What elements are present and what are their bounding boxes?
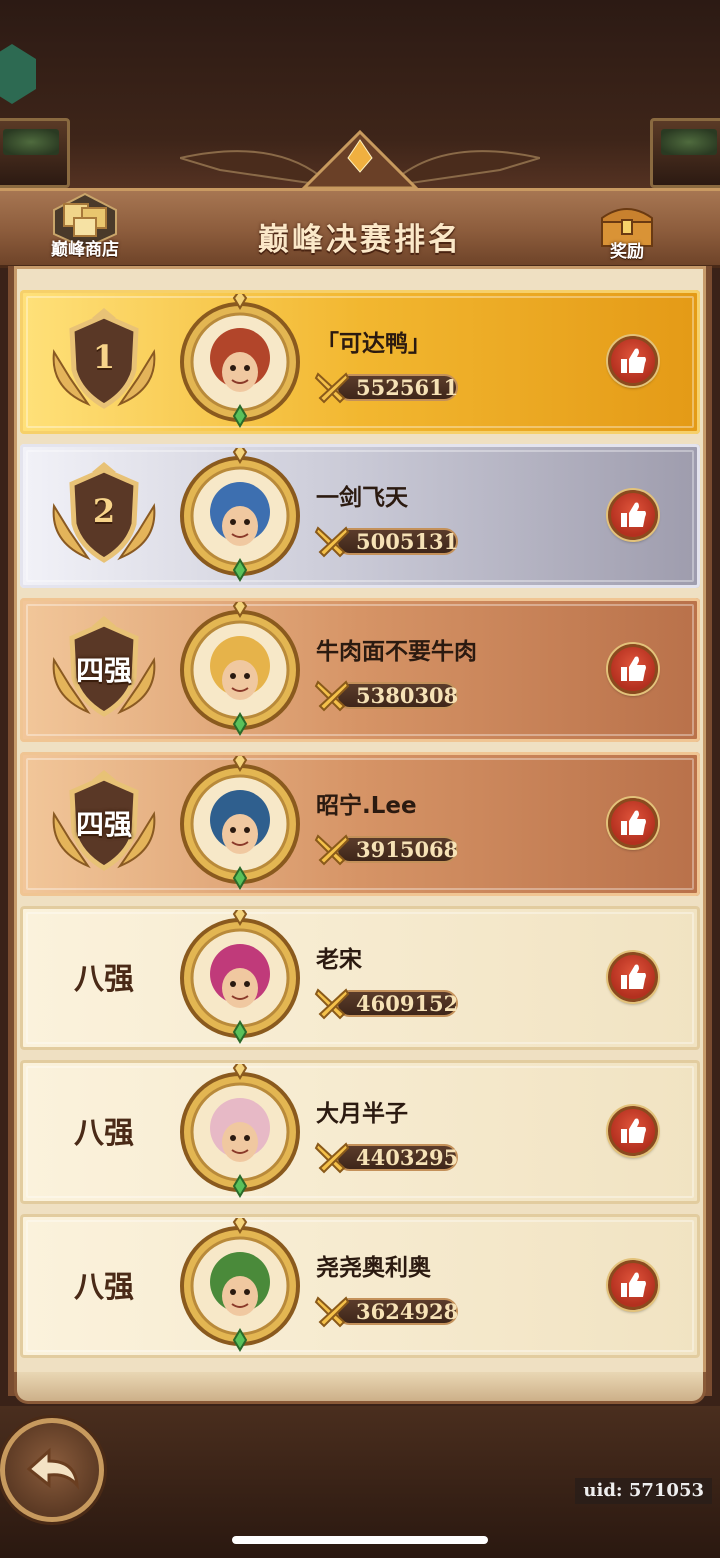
rank-label: 四强: [75, 654, 132, 687]
player-name: 尧尧奥利奥: [316, 1255, 431, 1281]
player-name: 昭宁.Lee: [316, 793, 417, 819]
player-avatar[interactable]: [168, 444, 312, 584]
thumbs-up-icon: [621, 1118, 646, 1143]
crossed-swords-icon: [314, 1142, 350, 1174]
ranking-row: 四强 牛肉面不要牛肉 5380308: [20, 598, 700, 742]
ranking-row: 1 「可达鸭」 5525611: [20, 290, 700, 434]
rank-shield-icon: 1: [48, 308, 160, 416]
player-name: 老宋: [316, 947, 362, 973]
player-name: 「可达鸭」: [316, 331, 431, 357]
crossed-swords-icon: [314, 988, 350, 1020]
thumbs-up-icon: [621, 1272, 646, 1297]
player-avatar[interactable]: [168, 1214, 312, 1354]
player-name: 牛肉面不要牛肉: [316, 639, 477, 665]
player-name: 一剑飞天: [316, 485, 408, 511]
reward-label: 奖励: [610, 242, 644, 262]
rank-label: 八强: [74, 1270, 134, 1305]
ranking-row: 2 一剑飞天 5005131: [20, 444, 700, 588]
left-lantern-decoration: [0, 118, 70, 188]
player-avatar[interactable]: [168, 1060, 312, 1200]
rank-shield-icon: 四强: [48, 770, 160, 878]
power-value: 4403295: [356, 1145, 459, 1170]
like-button[interactable]: [608, 798, 658, 848]
crossed-swords-icon: [314, 526, 350, 558]
crossed-swords-icon: [314, 680, 350, 712]
peak-shop-button[interactable]: 巅峰商店: [46, 190, 124, 262]
crossed-swords-icon: [314, 372, 350, 404]
uid-label: uid: 571053: [575, 1478, 712, 1504]
thumbs-up-icon: [621, 502, 646, 527]
back-arrow-icon: [26, 1447, 79, 1490]
rank-label: 四强: [75, 808, 132, 841]
right-lantern-decoration: [650, 118, 720, 188]
ranking-row: 四强 昭宁.Lee 3915068: [20, 752, 700, 896]
thumbs-up-icon: [621, 810, 646, 835]
home-indicator: [232, 1536, 488, 1544]
player-name: 大月半子: [316, 1101, 408, 1127]
reward-button[interactable]: 奖励: [592, 200, 662, 264]
thumbs-up-icon: [621, 656, 646, 681]
like-button[interactable]: [608, 490, 658, 540]
power-value: 5380308: [356, 683, 459, 708]
ranking-row: 八强 大月半子 4403295: [20, 1060, 700, 1204]
like-button[interactable]: [608, 644, 658, 694]
scroll-bottom-edge: [14, 1372, 706, 1404]
back-button[interactable]: [0, 1418, 104, 1522]
thumbs-up-icon: [621, 964, 646, 989]
power-value: 3624928: [356, 1299, 459, 1324]
player-avatar[interactable]: [168, 598, 312, 738]
power-value: 5005131: [356, 529, 459, 554]
rank-label: 八强: [74, 1116, 134, 1151]
ranking-row: 八强 尧尧奥利奥 3624928: [20, 1214, 700, 1358]
peak-shop-label: 巅峰商店: [51, 240, 119, 260]
rank-shield-icon: 2: [48, 462, 160, 570]
rank-label: 1: [92, 338, 116, 376]
ranking-row: 八强 老宋 4609152: [20, 906, 700, 1050]
player-avatar[interactable]: [168, 290, 312, 430]
power-value: 3915068: [356, 837, 459, 862]
rank-label: 八强: [74, 962, 134, 997]
thumbs-up-icon: [621, 348, 646, 373]
like-button[interactable]: [608, 1260, 658, 1310]
player-avatar[interactable]: [168, 906, 312, 1046]
crossed-swords-icon: [314, 1296, 350, 1328]
player-avatar[interactable]: [168, 752, 312, 892]
rank-label: 2: [92, 492, 116, 530]
like-button[interactable]: [608, 1106, 658, 1156]
power-value: 5525611: [356, 375, 459, 400]
power-value: 4609152: [356, 991, 459, 1016]
rank-shield-icon: 四强: [48, 616, 160, 724]
like-button[interactable]: [608, 336, 658, 386]
like-button[interactable]: [608, 952, 658, 1002]
crossed-swords-icon: [314, 834, 350, 866]
